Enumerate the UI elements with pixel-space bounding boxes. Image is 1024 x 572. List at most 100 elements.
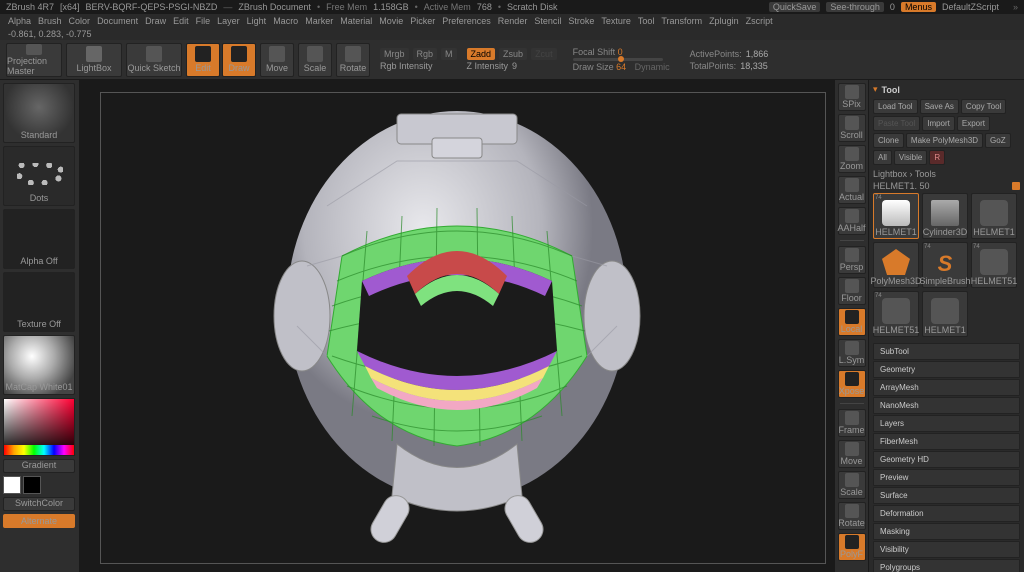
- menu-light[interactable]: Light: [247, 16, 267, 26]
- lightbox-button[interactable]: LightBox: [66, 43, 122, 77]
- tool-thumb[interactable]: 74SSimpleBrush: [922, 242, 968, 288]
- m-toggle[interactable]: M: [441, 48, 457, 60]
- alternate-button[interactable]: Alternate: [3, 514, 75, 528]
- quicksketch-button[interactable]: Quick Sketch: [126, 43, 182, 77]
- section-polygroups[interactable]: Polygroups: [873, 559, 1020, 572]
- projection-master-button[interactable]: Projection Master: [6, 43, 62, 77]
- menu-tool[interactable]: Tool: [638, 16, 655, 26]
- import-button[interactable]: Import: [922, 116, 955, 131]
- rotate-view-button[interactable]: Rotate: [838, 502, 866, 530]
- actual-button[interactable]: Actual: [838, 176, 866, 204]
- scroll-button[interactable]: Scroll: [838, 114, 866, 142]
- section-geometryhd[interactable]: Geometry HD: [873, 451, 1020, 468]
- export-button[interactable]: Export: [957, 116, 990, 131]
- goz-button[interactable]: GoZ: [985, 133, 1011, 148]
- polyframe-button[interactable]: PolyF: [838, 533, 866, 561]
- menu-layer[interactable]: Layer: [217, 16, 240, 26]
- section-subtool[interactable]: SubTool: [873, 343, 1020, 360]
- menu-alpha[interactable]: Alpha: [8, 16, 31, 26]
- move-button[interactable]: Move: [260, 43, 294, 77]
- section-arraymesh[interactable]: ArrayMesh: [873, 379, 1020, 396]
- section-geometry[interactable]: Geometry: [873, 361, 1020, 378]
- goz-visible-button[interactable]: Visible: [894, 150, 927, 165]
- edit-button[interactable]: Edit: [186, 43, 220, 77]
- section-visibility[interactable]: Visibility: [873, 541, 1020, 558]
- menu-material[interactable]: Material: [340, 16, 372, 26]
- copy-tool-button[interactable]: Copy Tool: [961, 99, 1006, 114]
- material-selector[interactable]: MatCap White01: [3, 335, 75, 395]
- alpha-selector[interactable]: Alpha Off: [3, 209, 75, 269]
- menu-color[interactable]: Color: [69, 16, 91, 26]
- main-color-chip[interactable]: [3, 476, 21, 494]
- spix-button[interactable]: SPix: [838, 83, 866, 111]
- menu-transform[interactable]: Transform: [661, 16, 702, 26]
- section-masking[interactable]: Masking: [873, 523, 1020, 540]
- tool-thumb[interactable]: HELMET1: [971, 193, 1017, 239]
- menu-document[interactable]: Document: [97, 16, 138, 26]
- zsub-toggle[interactable]: Zsub: [499, 48, 527, 60]
- zadd-toggle[interactable]: Zadd: [467, 48, 496, 60]
- z-intensity-value[interactable]: 9: [512, 61, 517, 71]
- canvas-viewport[interactable]: [80, 80, 834, 572]
- rgb-toggle[interactable]: Rgb: [413, 48, 438, 60]
- seethrough-label[interactable]: See-through: [826, 2, 884, 12]
- aahalf-button[interactable]: AAHalf: [838, 207, 866, 235]
- tool-thumb[interactable]: HELMET1: [922, 291, 968, 337]
- section-deformation[interactable]: Deformation: [873, 505, 1020, 522]
- gradient-toggle[interactable]: Gradient: [3, 459, 75, 473]
- color-picker[interactable]: [3, 398, 75, 456]
- secondary-color-chip[interactable]: [23, 476, 41, 494]
- panel-collapse-icon[interactable]: ▾: [873, 84, 878, 95]
- scale-button[interactable]: Scale: [298, 43, 332, 77]
- menu-file[interactable]: File: [196, 16, 211, 26]
- switch-color-button[interactable]: SwitchColor: [3, 497, 75, 511]
- lightbox-tools-link[interactable]: Lightbox › Tools: [873, 169, 1020, 179]
- section-surface[interactable]: Surface: [873, 487, 1020, 504]
- menu-picker[interactable]: Picker: [410, 16, 435, 26]
- menu-stroke[interactable]: Stroke: [568, 16, 594, 26]
- section-layers[interactable]: Layers: [873, 415, 1020, 432]
- draw-size-value[interactable]: 64: [616, 62, 626, 72]
- menu-texture[interactable]: Texture: [601, 16, 631, 26]
- model-display[interactable]: [247, 96, 667, 556]
- menu-macro[interactable]: Macro: [273, 16, 298, 26]
- quicksave-button[interactable]: QuickSave: [769, 2, 821, 12]
- tool-thumb[interactable]: Cylinder3D: [922, 193, 968, 239]
- local-button[interactable]: Local: [838, 308, 866, 336]
- menu-stencil[interactable]: Stencil: [534, 16, 561, 26]
- floor-button[interactable]: Floor: [838, 277, 866, 305]
- brush-selector[interactable]: Standard: [3, 83, 75, 143]
- menu-preferences[interactable]: Preferences: [442, 16, 491, 26]
- lsym-button[interactable]: L.Sym: [838, 339, 866, 367]
- zcut-toggle[interactable]: Zcut: [531, 48, 557, 60]
- paste-tool-button[interactable]: Paste Tool: [873, 116, 920, 131]
- mrgb-toggle[interactable]: Mrgb: [380, 48, 409, 60]
- r-chip[interactable]: [1012, 182, 1020, 190]
- menu-draw[interactable]: Draw: [145, 16, 166, 26]
- focal-shift-slider[interactable]: [573, 58, 663, 61]
- load-tool-button[interactable]: Load Tool: [873, 99, 918, 114]
- default-zscript[interactable]: DefaultZScript: [942, 2, 999, 12]
- goz-all-button[interactable]: All: [873, 150, 892, 165]
- menu-movie[interactable]: Movie: [379, 16, 403, 26]
- zoom-button[interactable]: Zoom: [838, 145, 866, 173]
- move-view-button[interactable]: Move: [838, 440, 866, 468]
- menu-zscript[interactable]: Zscript: [746, 16, 773, 26]
- save-as-button[interactable]: Save As: [920, 99, 959, 114]
- draw-button[interactable]: Draw: [222, 43, 256, 77]
- scale-view-button[interactable]: Scale: [838, 471, 866, 499]
- section-fibermesh[interactable]: FiberMesh: [873, 433, 1020, 450]
- menu-render[interactable]: Render: [498, 16, 528, 26]
- rotate-button[interactable]: Rotate: [336, 43, 370, 77]
- make-polymesh-button[interactable]: Make PolyMesh3D: [906, 133, 983, 148]
- goz-r-button[interactable]: R: [929, 150, 945, 165]
- collapse-icon[interactable]: »: [1013, 2, 1018, 12]
- tool-thumb[interactable]: 74HELMET1: [873, 193, 919, 239]
- persp-button[interactable]: Persp: [838, 246, 866, 274]
- section-nanomesh[interactable]: NanoMesh: [873, 397, 1020, 414]
- frame-button[interactable]: Frame: [838, 409, 866, 437]
- section-preview[interactable]: Preview: [873, 469, 1020, 486]
- menu-marker[interactable]: Marker: [305, 16, 333, 26]
- tool-thumb[interactable]: 74HELMET51: [971, 242, 1017, 288]
- xpose-button[interactable]: Xpose: [838, 370, 866, 398]
